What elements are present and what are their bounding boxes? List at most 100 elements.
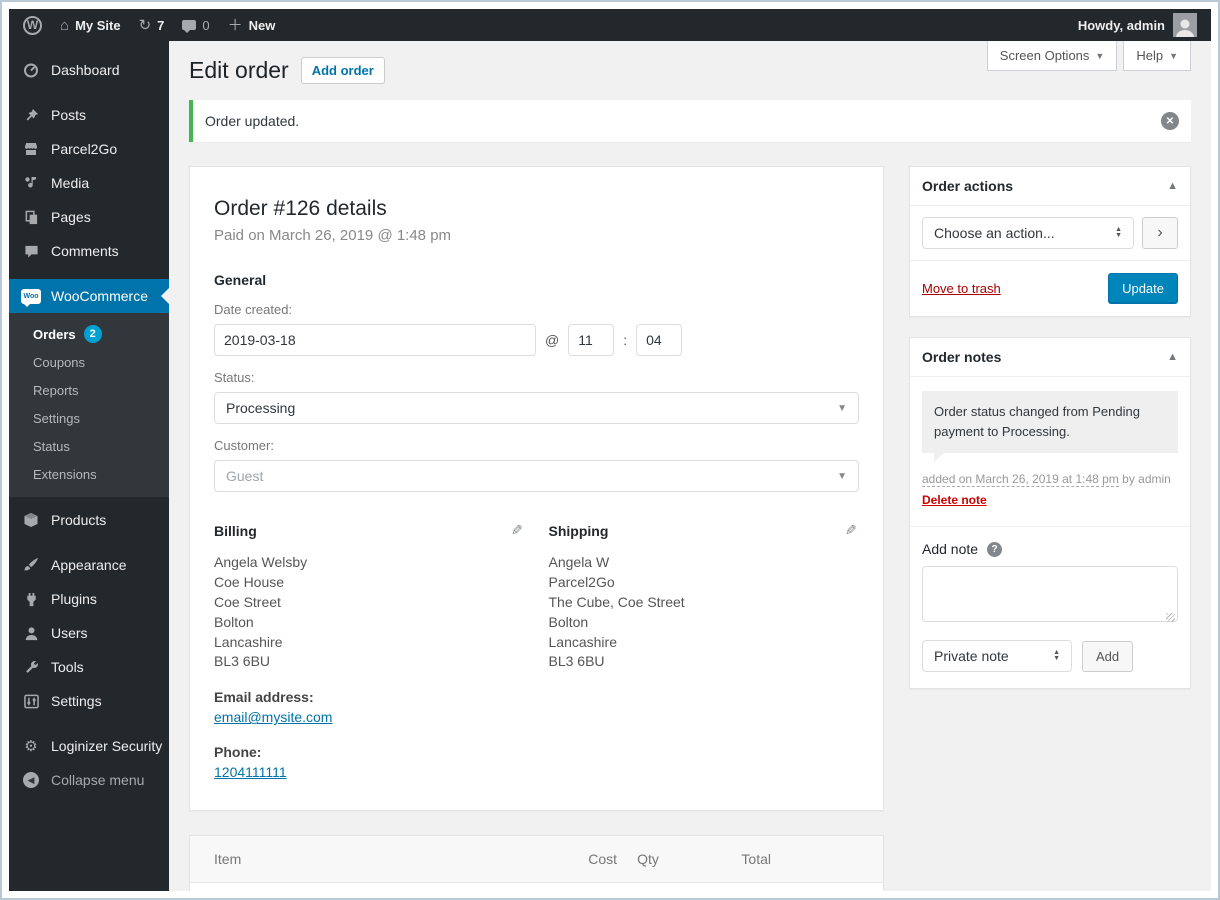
sidebar-label: Plugins: [51, 591, 97, 607]
sidebar-label: Users: [51, 625, 88, 641]
comments-menu-icon: [21, 244, 41, 259]
sidebar-item-media[interactable]: Media: [9, 166, 169, 200]
update-button[interactable]: Update: [1108, 273, 1178, 304]
sidebar-label: Dashboard: [51, 62, 120, 78]
sidebar-item-users[interactable]: Users: [9, 616, 169, 650]
submenu-label: Coupons: [33, 354, 86, 370]
sliders-icon: [21, 694, 41, 709]
updates-count: 7: [157, 17, 165, 33]
phone-link[interactable]: 1204111111: [214, 764, 287, 780]
order-title: Order #126 details: [214, 197, 387, 220]
customer-value: Guest: [226, 468, 264, 484]
howdy-text[interactable]: Howdy, admin: [1078, 18, 1165, 33]
edit-billing-icon[interactable]: ✎: [511, 522, 523, 539]
chevron-down-icon: ▼: [1095, 50, 1105, 61]
customer-select[interactable]: Guest ▼: [214, 460, 859, 492]
note-meta: added on March 26, 2019 at 1:48 pm by ad…: [922, 469, 1178, 510]
success-notice: Order updated. ✕: [189, 100, 1191, 142]
add-order-button[interactable]: Add order: [300, 57, 385, 84]
sidebar-label: Tools: [51, 659, 84, 675]
submenu-orders[interactable]: Orders 2: [9, 320, 169, 348]
email-link[interactable]: email@mysite.com: [214, 709, 332, 725]
sidebar-item-tools[interactable]: Tools: [9, 650, 169, 684]
apply-action-button[interactable]: ›: [1142, 217, 1178, 249]
collapse-panel-icon[interactable]: ▲: [1167, 351, 1178, 363]
order-actions-heading: Order actions: [922, 178, 1014, 194]
order-notes-heading: Order notes: [922, 349, 1002, 365]
minute-input[interactable]: [636, 324, 683, 356]
status-label: Status:: [214, 370, 255, 385]
colon-symbol: :: [623, 332, 628, 348]
add-note-button[interactable]: Add: [1082, 640, 1134, 672]
updates-icon: ↻: [138, 16, 152, 34]
admin-bar-updates[interactable]: ↻ 7: [139, 18, 165, 33]
avatar[interactable]: [1173, 13, 1197, 37]
dismiss-notice-icon[interactable]: ✕: [1161, 112, 1179, 130]
collapse-panel-icon[interactable]: ▲: [1167, 180, 1178, 192]
sidebar-item-appearance[interactable]: Appearance: [9, 548, 169, 582]
order-actions-box: Order actions ▲ Choose an action... ▲ ▼ ›: [909, 166, 1191, 317]
orders-count-badge: 2: [83, 325, 102, 343]
order-notes-box: Order notes ▲ Order status changed from …: [909, 337, 1191, 690]
qty-column-header: Qty: [637, 851, 659, 868]
sidebar-item-settings[interactable]: Settings: [9, 684, 169, 718]
admin-bar-comments[interactable]: 0: [182, 17, 210, 33]
sidebar-item-woocommerce[interactable]: Woo WooCommerce: [9, 279, 169, 313]
note-type-select[interactable]: Private note ▲ ▼: [922, 640, 1072, 673]
screen-options-tab[interactable]: Screen Options ▼: [986, 41, 1118, 71]
sidebar-item-plugins[interactable]: Plugins: [9, 582, 169, 616]
sidebar-label: Posts: [51, 107, 87, 123]
submenu-reports[interactable]: Reports: [9, 376, 169, 404]
sidebar-item-pages[interactable]: Pages: [9, 200, 169, 234]
item-column-header: Item: [214, 851, 242, 868]
note-type-value: Private note: [934, 648, 1009, 665]
table-row: Roller Skates Rainbow £20.00 × 1 £20.00: [190, 883, 883, 891]
wordpress-logo-icon[interactable]: W: [23, 15, 42, 35]
edit-shipping-icon[interactable]: ✎: [845, 522, 857, 539]
submenu-settings[interactable]: Settings: [9, 404, 169, 432]
delete-note-link[interactable]: Delete note: [922, 493, 987, 507]
at-symbol: @: [545, 332, 560, 348]
dashboard-icon: [21, 62, 41, 78]
hour-input[interactable]: [568, 324, 615, 356]
chevron-down-icon: ▼: [837, 402, 847, 414]
general-heading: General: [214, 272, 267, 288]
screen-options-label: Screen Options: [999, 48, 1090, 63]
billing-heading: Billing: [214, 522, 257, 539]
page-title: Edit order: [189, 57, 289, 83]
submenu-label: Reports: [33, 382, 79, 398]
status-value: Processing: [226, 400, 296, 416]
items-table-header: Item Cost Qty Total: [190, 836, 883, 884]
help-tab[interactable]: Help ▼: [1123, 41, 1191, 71]
billing-line: Coe Street: [214, 593, 281, 610]
sidebar-item-products[interactable]: Products: [9, 503, 169, 537]
sidebar-label: Media: [51, 175, 90, 191]
submenu-label: Extensions: [33, 466, 97, 482]
submenu-extensions[interactable]: Extensions: [9, 460, 169, 488]
sidebar-item-posts[interactable]: Posts: [9, 98, 169, 132]
sidebar-item-parcel2go[interactable]: Parcel2Go: [9, 132, 169, 166]
user-icon: [21, 626, 41, 641]
admin-bar-new[interactable]: ＋ New: [228, 18, 276, 33]
submenu-status[interactable]: Status: [9, 432, 169, 460]
date-created-input[interactable]: [214, 324, 536, 356]
products-icon: [21, 512, 41, 528]
sidebar-item-collapse[interactable]: ◀ Collapse menu: [9, 763, 169, 797]
move-to-trash-link[interactable]: Move to trash: [922, 281, 1001, 296]
sidebar-item-dashboard[interactable]: Dashboard: [9, 53, 169, 87]
status-select[interactable]: Processing ▼: [214, 392, 859, 424]
note-author: by admin: [1122, 472, 1171, 487]
sidebar-label: Comments: [51, 243, 119, 259]
sidebar-item-comments[interactable]: Comments: [9, 234, 169, 268]
add-note-textarea[interactable]: [922, 566, 1178, 623]
comments-icon: [182, 20, 197, 33]
comments-count: 0: [202, 17, 210, 33]
order-action-select[interactable]: Choose an action... ▲ ▼: [922, 217, 1134, 249]
admin-bar-site[interactable]: ⌂ My Site: [60, 18, 121, 33]
sidebar-item-loginizer[interactable]: ⚙ Loginizer Security: [9, 729, 169, 763]
collapse-icon: ◀: [21, 772, 41, 788]
help-icon[interactable]: ?: [987, 541, 1003, 557]
woocommerce-icon: Woo: [21, 288, 41, 307]
submenu-coupons[interactable]: Coupons: [9, 348, 169, 376]
shipping-line: Bolton: [548, 613, 589, 630]
